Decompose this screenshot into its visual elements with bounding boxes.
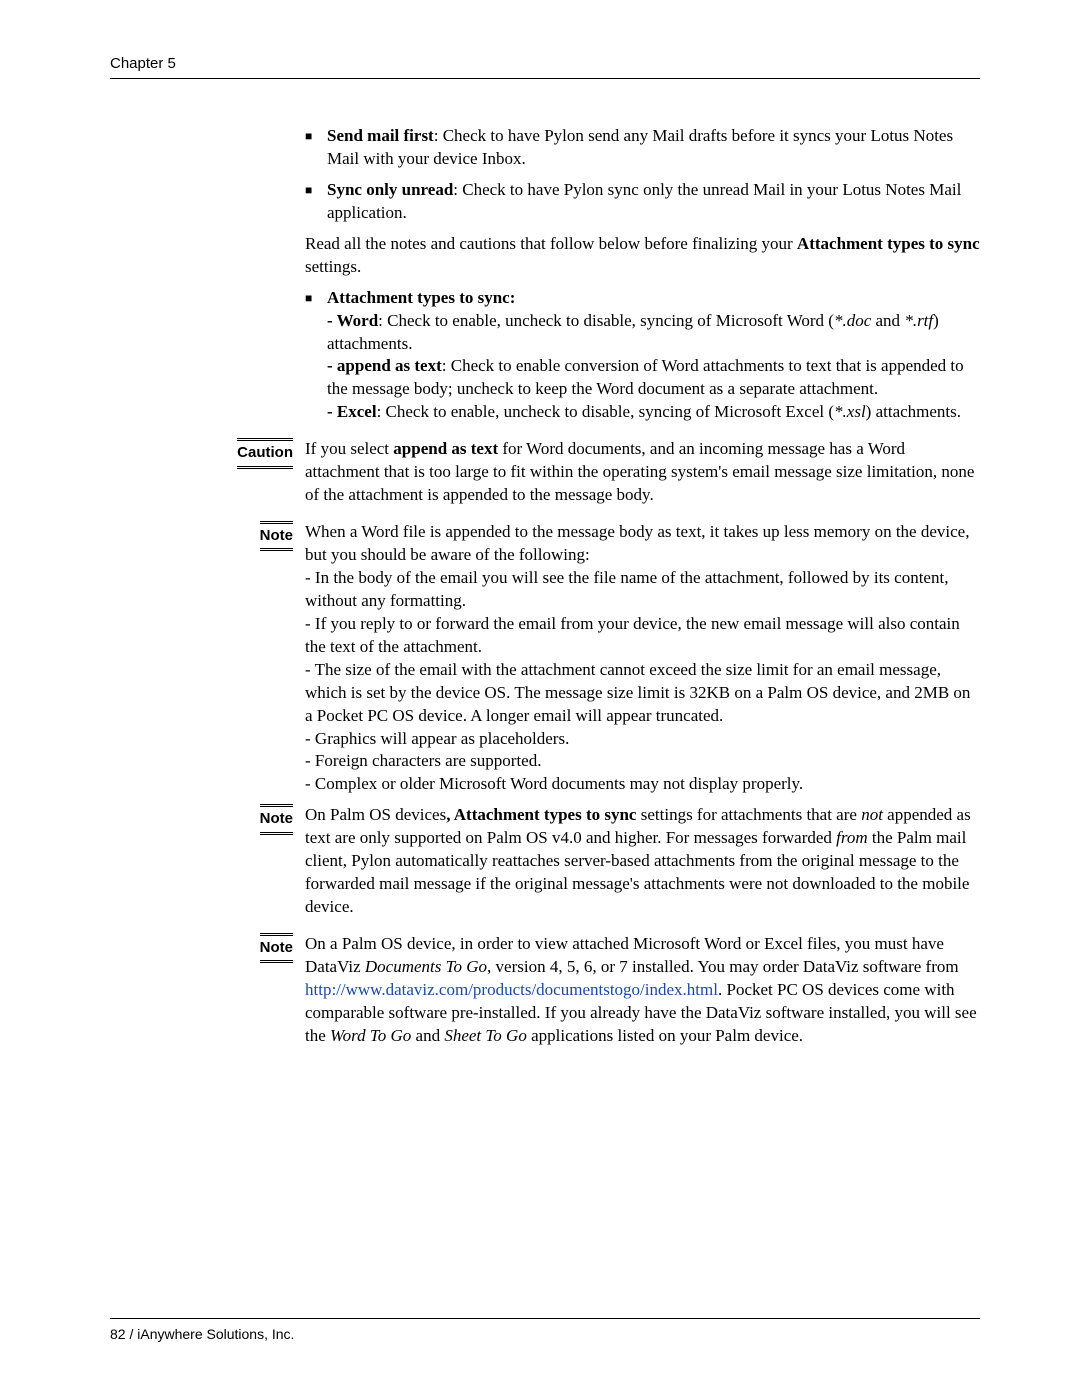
excel-t2: ) attachments.	[866, 402, 961, 421]
note2-ital1: not	[861, 805, 883, 824]
note1-l3: - The size of the email with the attachm…	[305, 660, 970, 725]
footer-rule	[110, 1318, 980, 1319]
word-join: and	[871, 311, 904, 330]
note1-paragraph: When a Word file is appended to the mess…	[305, 521, 980, 796]
label-note-3-text: Note	[260, 933, 293, 963]
note2-body: On Palm OS devices, Attachment types to …	[305, 804, 980, 927]
row-bullets: ■ Send mail first: Check to have Pylon s…	[110, 125, 980, 432]
note3-ital1: Documents To Go	[365, 957, 487, 976]
note3-ital3: Sheet To Go	[444, 1026, 527, 1045]
bullet-icon: ■	[305, 125, 327, 171]
bullet-icon: ■	[305, 179, 327, 225]
intro-bold: Attachment types to sync	[797, 234, 980, 253]
attach-title: Attachment types to sync:	[327, 288, 515, 307]
append-lead: - append as text	[327, 356, 442, 375]
bullets-body: ■ Send mail first: Check to have Pylon s…	[305, 125, 980, 432]
note3-paragraph: On a Palm OS device, in order to view at…	[305, 933, 980, 1048]
footer-company: iAnywhere Solutions, Inc.	[137, 1326, 294, 1342]
word-ital2: *.rtf	[904, 311, 933, 330]
label-note-1: Note	[110, 521, 305, 796]
caution-body: If you select append as text for Word do…	[305, 438, 980, 515]
note1-l5: - Foreign characters are supported.	[305, 751, 541, 770]
label-note-3: Note	[110, 933, 305, 1056]
label-note-2: Note	[110, 804, 305, 927]
note3-mid3: and	[411, 1026, 444, 1045]
word-t1: : Check to enable, uncheck to disable, s…	[378, 311, 834, 330]
bullet-text: Sync only unread: Check to have Pylon sy…	[327, 179, 980, 225]
word-ital1: *.doc	[834, 311, 871, 330]
word-lead: - Word	[327, 311, 378, 330]
running-head: Chapter 5	[110, 55, 980, 79]
note1-l6: - Complex or older Microsoft Word docume…	[305, 774, 803, 793]
note2-bold: , Attachment types to sync	[446, 805, 636, 824]
bullet-sync-only-unread: ■ Sync only unread: Check to have Pylon …	[305, 179, 980, 225]
note3-ital2: Word To Go	[330, 1026, 411, 1045]
note2-pre: On Palm OS devices	[305, 805, 446, 824]
bullet-icon: ■	[305, 287, 327, 425]
note1-body: When a Word file is appended to the mess…	[305, 521, 980, 796]
note1-l4: - Graphics will appear as placeholders.	[305, 729, 569, 748]
bullet-send-mail-first: ■ Send mail first: Check to have Pylon s…	[305, 125, 980, 171]
attach-word: - Word: Check to enable, uncheck to disa…	[327, 311, 939, 353]
footer-sep: /	[126, 1326, 138, 1342]
bullet-text: Attachment types to sync: - Word: Check …	[327, 287, 980, 425]
intro-pre: Read all the notes and cautions that fol…	[305, 234, 797, 253]
footer: 82 / iAnywhere Solutions, Inc.	[110, 1326, 294, 1342]
caution-bold: append as text	[393, 439, 498, 458]
dataviz-link[interactable]: http://www.dataviz.com/products/document…	[305, 980, 718, 999]
content-area: ■ Send mail first: Check to have Pylon s…	[110, 125, 980, 1056]
excel-ital: *.xsl	[834, 402, 866, 421]
note2-mid1: settings for attachments that are	[636, 805, 861, 824]
note1-l1: - In the body of the email you will see …	[305, 568, 948, 610]
bullet-text: Send mail first: Check to have Pylon sen…	[327, 125, 980, 171]
bullet-attachment-types: ■ Attachment types to sync: - Word: Chec…	[305, 287, 980, 425]
label-caution-text: Caution	[237, 438, 293, 468]
label-note-1-text: Note	[260, 521, 293, 551]
note3-post: applications listed on your Palm device.	[527, 1026, 803, 1045]
caution-paragraph: If you select append as text for Word do…	[305, 438, 980, 507]
row-note-1: Note When a Word file is appended to the…	[110, 521, 980, 796]
attach-excel: - Excel: Check to enable, uncheck to dis…	[327, 402, 961, 421]
note2-paragraph: On Palm OS devices, Attachment types to …	[305, 804, 980, 919]
note1-l2: - If you reply to or forward the email f…	[305, 614, 960, 656]
intro-post: settings.	[305, 257, 361, 276]
excel-t1: : Check to enable, uncheck to disable, s…	[377, 402, 834, 421]
note1-p1: When a Word file is appended to the mess…	[305, 522, 969, 564]
bullet-lead: Send mail first	[327, 126, 434, 145]
attach-append: - append as text: Check to enable conver…	[327, 356, 964, 398]
page: Chapter 5 ■ Send mail first: Check to ha…	[0, 0, 1080, 1397]
bullet-lead: Sync only unread	[327, 180, 453, 199]
excel-lead: - Excel	[327, 402, 377, 421]
row-note-3: Note On a Palm OS device, in order to vi…	[110, 933, 980, 1056]
note3-body: On a Palm OS device, in order to view at…	[305, 933, 980, 1056]
intro-paragraph: Read all the notes and cautions that fol…	[305, 233, 980, 279]
note2-ital2: from	[836, 828, 868, 847]
row-note-2: Note On Palm OS devices, Attachment type…	[110, 804, 980, 927]
caution-pre: If you select	[305, 439, 393, 458]
row-caution: Caution If you select append as text for…	[110, 438, 980, 515]
note3-mid1: , version 4, 5, 6, or 7 installed. You m…	[487, 957, 959, 976]
page-number: 82	[110, 1326, 126, 1342]
empty-label	[110, 125, 305, 432]
label-caution: Caution	[110, 438, 305, 515]
label-note-2-text: Note	[260, 804, 293, 834]
